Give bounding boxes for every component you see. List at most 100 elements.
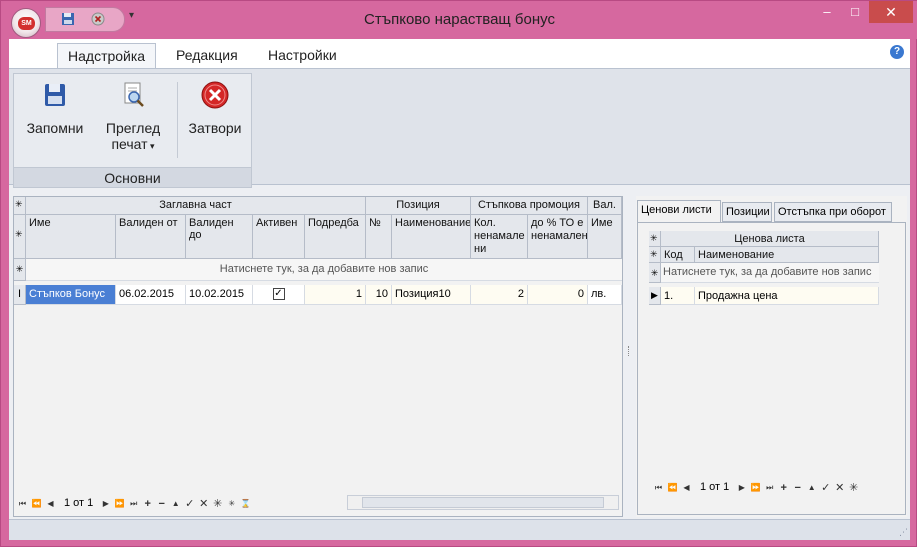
save-button[interactable]: Запомни [22,80,88,136]
group-separator [177,82,178,158]
column-selector-icon[interactable]: ✳ [14,215,26,259]
row-indicator[interactable]: I [14,285,26,305]
pager-text: 1 от 1 [700,481,730,493]
delete-record-icon[interactable]: − [791,480,804,494]
add-record-icon[interactable]: + [777,480,790,494]
panel-splitter[interactable] [626,196,632,517]
filter-icon[interactable]: ⌛ [239,496,252,510]
side-navigator: ⏮ ⏪ ◀ 1 от 1 ▶ ⏩ ⏭ + − ▲ ✓ ✕ ✳ [652,479,861,495]
cell-num[interactable]: 10 [366,285,392,305]
cancel-edit-icon[interactable]: ✕ [197,496,210,510]
app-window: SM ▾ Стъпково нарастващ бонус – □ ✕ Надс… [0,0,917,547]
cell-pos-name[interactable]: Позиция10 [392,285,471,305]
status-bar: ⋰ [9,519,910,540]
tab-nastroyki[interactable]: Настройки [258,43,347,68]
cell-valid-from[interactable]: 06.02.2015 [116,285,186,305]
cell-currency[interactable]: лв. [588,285,622,305]
cell-qty[interactable]: 2 [471,285,528,305]
new-row-icon[interactable]: ✳ [14,259,26,281]
band-position[interactable]: Позиция [366,197,471,215]
cell-code[interactable]: 1. [661,287,695,305]
horizontal-scrollbar[interactable] [347,495,619,510]
pager-text: 1 от 1 [64,497,94,509]
tab-turnover-discount[interactable]: Отстъпка при оборот [774,202,892,222]
col-name[interactable]: Име [26,215,116,259]
next-page-icon[interactable]: ⏩ [749,480,762,494]
prev-record-icon[interactable]: ◀ [44,496,57,510]
bonus-grid: ✳ Заглавна част Позиция Стъпкова промоци… [13,196,623,517]
col-order[interactable]: Подредба [305,215,366,259]
window-title: Стъпково нарастващ бонус [364,11,555,28]
delete-record-icon[interactable]: − [155,496,168,510]
col-code[interactable]: Код [661,247,695,263]
clear-filter-icon[interactable]: ✳ [225,496,238,510]
print-preview-label-1: Преглед [105,120,161,136]
col-name[interactable]: Наименование [695,247,879,263]
band-currency[interactable]: Вал. [588,197,622,215]
minimize-button[interactable]: – [813,1,841,23]
column-selector-icon[interactable]: ✳ [649,247,661,263]
band-selector-icon[interactable]: ✳ [14,197,26,215]
next-page-icon[interactable]: ⏩ [113,496,126,510]
last-page-icon[interactable]: ⏭ [127,496,140,510]
band-main[interactable]: Заглавна част [26,197,366,215]
col-valid-from[interactable]: Валиден от [116,215,186,259]
grid-navigator: ⏮ ⏪ ◀ 1 от 1 ▶ ⏩ ⏭ + − ▲ ✓ ✕ ✳ ✳ ⌛ [16,495,253,511]
first-page-icon[interactable]: ⏮ [16,496,29,510]
client-area: Надстройка Редакция Настройки ? Запомни … [9,39,910,540]
save-record-icon[interactable]: ✓ [819,480,832,494]
col-active[interactable]: Активен [253,215,305,259]
edit-record-icon[interactable]: ▲ [169,496,182,510]
edit-record-icon[interactable]: ▲ [805,480,818,494]
next-record-icon[interactable]: ▶ [735,480,748,494]
close-window-button[interactable]: ✕ [869,1,913,23]
cell-order[interactable]: 1 [305,285,366,305]
scrollbar-thumb[interactable] [362,497,604,508]
maximize-button[interactable]: □ [841,1,869,23]
close-red-icon [200,80,230,110]
next-record-icon[interactable]: ▶ [99,496,112,510]
tab-redaktsiya[interactable]: Редакция [166,43,248,68]
ribbon-group-label: Основни [14,167,251,187]
cancel-edit-icon[interactable]: ✕ [833,480,846,494]
first-page-icon[interactable]: ⏮ [652,480,665,494]
cell-active[interactable]: ✓ [253,285,305,305]
prev-page-icon[interactable]: ⏪ [30,496,43,510]
col-pct[interactable]: до % ТО е ненамален [528,215,588,259]
tab-nadstroyka[interactable]: Надстройка [57,43,157,68]
refresh-icon[interactable]: ✳ [211,496,224,510]
band-price-list[interactable]: Ценова листа [661,231,879,247]
band-selector-icon[interactable]: ✳ [649,231,661,247]
tab-price-lists[interactable]: Ценови листи [637,200,721,223]
add-record-icon[interactable]: + [141,496,154,510]
help-icon[interactable]: ? [890,45,904,59]
prev-record-icon[interactable]: ◀ [680,480,693,494]
col-cur-name[interactable]: Име [588,215,622,259]
cell-valid-to[interactable]: 10.02.2015 [186,285,253,305]
col-qty[interactable]: Кол. ненамале ни [471,215,528,259]
current-row-icon[interactable]: ▶ [649,287,661,305]
close-button[interactable]: Затвори [182,80,248,136]
save-icon [40,80,70,110]
cell-price-list-name[interactable]: Продажна цена [695,287,879,305]
col-valid-to[interactable]: Валиден до [186,215,253,259]
splitter-grip [628,346,630,356]
cell-pct[interactable]: 0 [528,285,588,305]
band-promo[interactable]: Стъпкова промоция [471,197,588,215]
print-preview-label-2: печат [111,136,148,152]
print-preview-icon [118,80,148,110]
col-num[interactable]: № [366,215,392,259]
print-preview-button[interactable]: Преглед печат ▾ [98,80,168,152]
add-new-record-row[interactable]: Натиснете тук, за да добавите нов запис [26,259,622,281]
prev-page-icon[interactable]: ⏪ [666,480,679,494]
resize-grip-icon[interactable]: ⋰ [899,527,908,538]
cell-name[interactable]: Стъпков Бонус [26,285,116,305]
refresh-icon[interactable]: ✳ [847,480,860,494]
new-row-icon[interactable]: ✳ [649,263,661,283]
active-checkbox[interactable]: ✓ [272,288,285,300]
add-new-record-row[interactable]: Натиснете тук, за да добавите нов запис [661,263,879,283]
col-pos-name[interactable]: Наименование [392,215,471,259]
save-record-icon[interactable]: ✓ [183,496,196,510]
last-page-icon[interactable]: ⏭ [763,480,776,494]
tab-positions[interactable]: Позиции [722,202,772,222]
